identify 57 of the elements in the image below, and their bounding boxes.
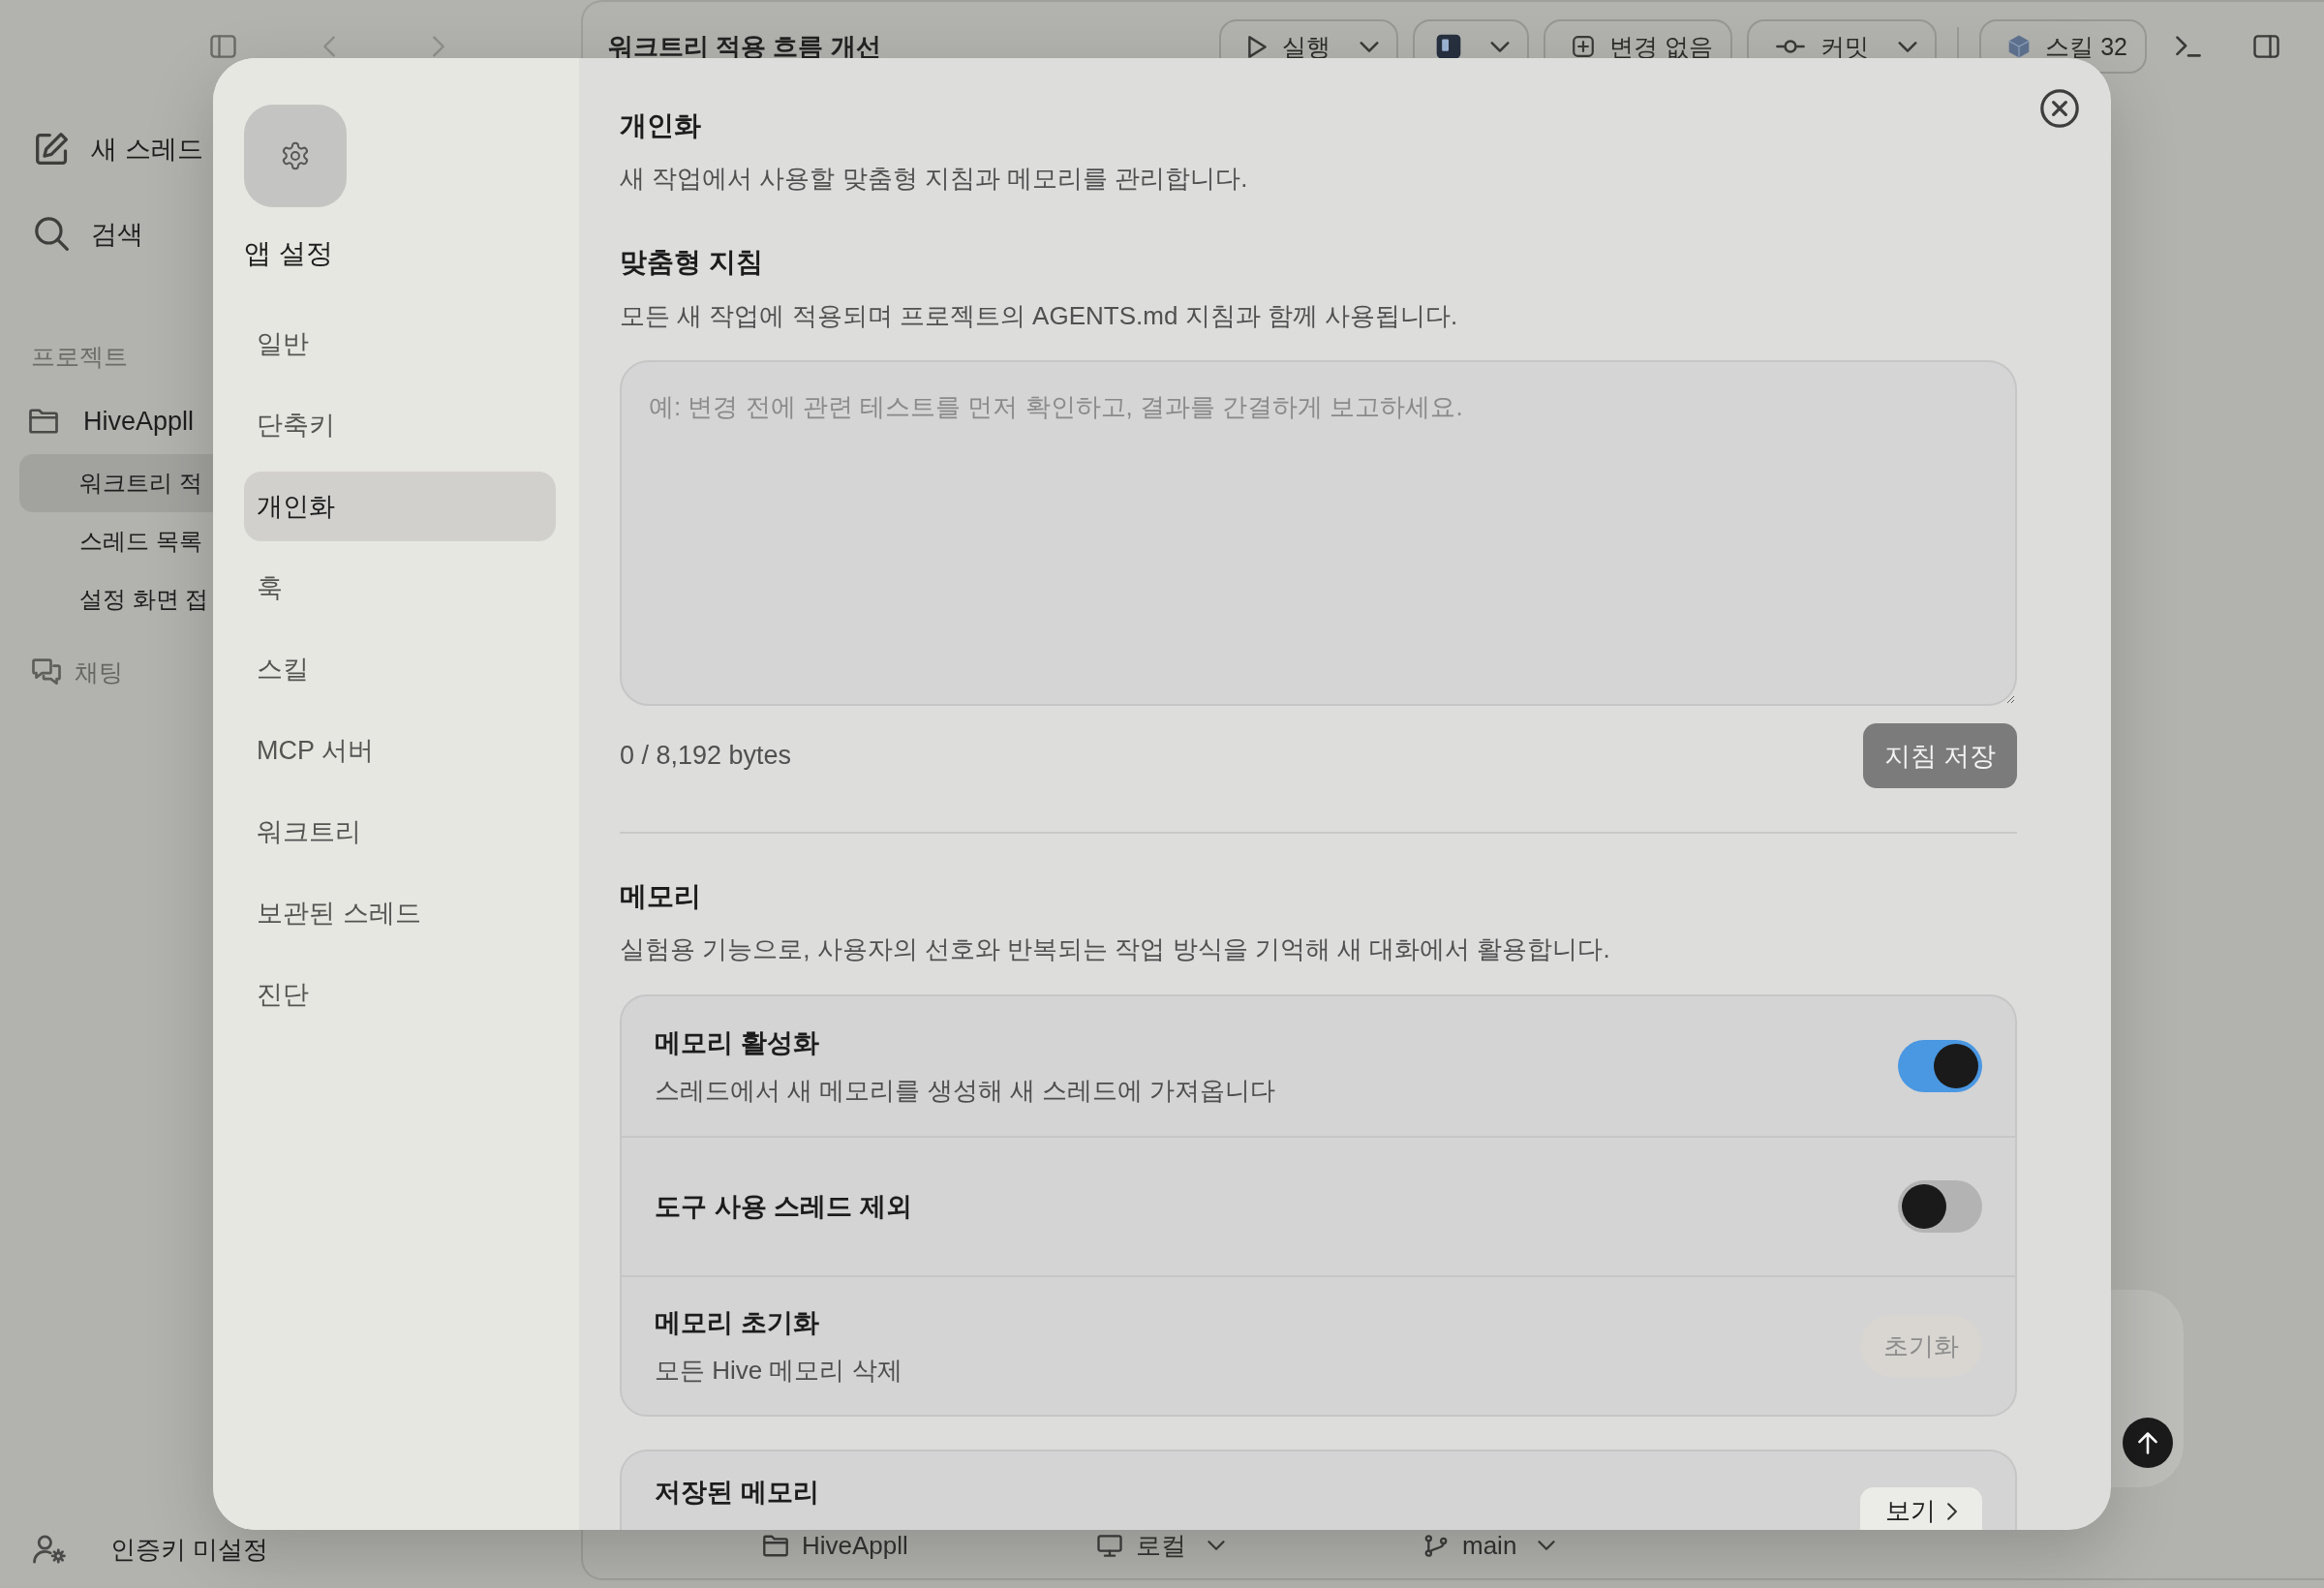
settings-title: 앱 설정 — [244, 237, 333, 270]
setting-title: 메모리 활성화 — [655, 1026, 819, 1059]
project-selector[interactable]: HiveAppll — [763, 1530, 908, 1561]
app-icon — [1436, 34, 1462, 59]
chat-icon — [32, 658, 61, 686]
nav-item[interactable]: MCP 서버 — [244, 716, 556, 785]
monitor-icon — [1097, 1534, 1122, 1557]
nav-item[interactable]: 훅 — [244, 553, 556, 623]
instructions-field[interactable]: 예: 변경 전에 관련 테스트를 먼저 확인하고, 결과를 간결하게 보고하세요. — [620, 360, 2017, 706]
folder-icon — [763, 1534, 788, 1557]
setting-description: 모든 Hive 메모리 삭제 — [655, 1354, 902, 1387]
thread-title: 워크트리 적용 흐름 개선 — [608, 31, 881, 63]
chevron-right-icon — [1947, 1503, 1957, 1520]
byte-counter: 0 / 8,192 bytes — [620, 741, 792, 771]
compose-icon — [35, 132, 70, 167]
setting-title: 저장된 메모리 — [655, 1477, 819, 1509]
new-thread-button[interactable]: 새 스레드 — [0, 120, 203, 178]
gear-icon — [244, 105, 347, 207]
setting-title: 메모리 초기화 — [655, 1306, 819, 1339]
nav-item[interactable]: 진단 — [244, 960, 556, 1029]
section-description: 모든 새 작업에 적용되며 프로젝트의 AGENTS.md 지침과 함께 사용됩니다. — [620, 300, 1458, 332]
panel-right-icon[interactable] — [2253, 35, 2279, 58]
cube-icon — [2008, 35, 2031, 58]
terminal-icon[interactable] — [2176, 36, 2201, 57]
section-title: 메모리 — [620, 880, 701, 913]
play-icon — [1248, 35, 1268, 58]
folder-icon — [29, 409, 58, 434]
nav-item[interactable]: 보관된 스레드 — [244, 878, 556, 948]
commit-icon — [1776, 40, 1806, 53]
nav-item[interactable]: 개인화 — [244, 472, 556, 541]
search-icon — [35, 217, 70, 252]
panel-left-icon[interactable] — [210, 35, 236, 58]
section-title: 맞춤형 지침 — [620, 246, 763, 279]
toggle-switch[interactable] — [1898, 1040, 1982, 1092]
search-button[interactable]: 검색 — [0, 205, 143, 263]
branch-selector[interactable]: main — [1423, 1530, 1556, 1561]
send-button[interactable] — [2123, 1418, 2173, 1468]
account-button[interactable]: 인증키 미설정 — [0, 1526, 269, 1573]
branch-icon — [1423, 1534, 1449, 1557]
nav-item[interactable]: 스킬 — [244, 634, 556, 704]
setting-description: 스레드에서 새 메모리를 생성해 새 스레드에 가져옵니다 — [655, 1074, 1276, 1107]
setting-title: 도구 사용 스레드 제외 — [655, 1191, 912, 1223]
project-item[interactable]: HiveAppll — [0, 398, 195, 444]
section-label: 프로젝트 — [30, 342, 128, 372]
page-title: 개인화 — [620, 109, 701, 142]
environment-selector[interactable]: 로컬 — [1097, 1528, 1225, 1563]
section-description: 실험용 기능으로, 사용자의 선호와 반복되는 작업 방식을 기억해 새 대화에서 활용합니다. — [620, 933, 1610, 965]
close-icon[interactable] — [2040, 89, 2079, 128]
nav-item[interactable]: 일반 — [244, 309, 556, 379]
toggle-switch[interactable] — [1898, 1180, 1982, 1233]
plus-square-icon — [1573, 36, 1595, 57]
page-description: 새 작업에서 사용할 맞춤형 지침과 메모리를 관리합니다. — [620, 163, 1248, 195]
user-gear-icon — [33, 1535, 66, 1564]
arrow-up-icon — [2138, 1431, 2157, 1454]
save-button[interactable]: 지침 저장 — [1863, 723, 2017, 788]
nav-item[interactable]: 워크트리 — [244, 797, 556, 867]
view-button[interactable]: 보기 — [1860, 1487, 1982, 1530]
